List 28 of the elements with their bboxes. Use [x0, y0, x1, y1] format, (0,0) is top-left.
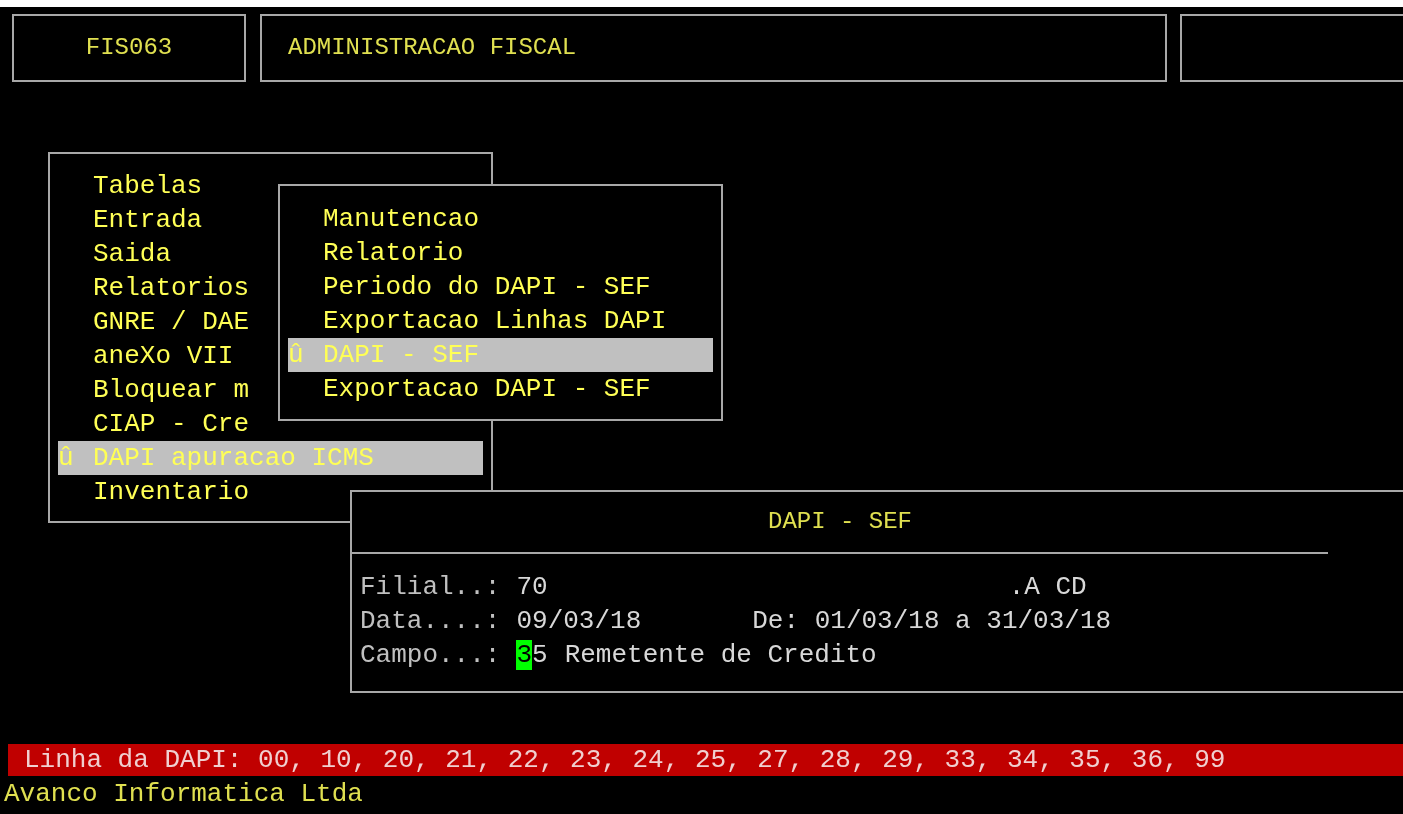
menu-item[interactable]: Periodo do DAPI - SEF: [288, 270, 651, 304]
field-value[interactable]: 70: [516, 570, 548, 604]
menu-item[interactable]: Manutencao: [288, 202, 480, 236]
menu-item[interactable]: Saida: [58, 237, 172, 271]
field-text: Remetente de Credito: [564, 639, 877, 672]
menu-item[interactable]: Inventario: [58, 475, 250, 509]
menu-item[interactable]: Relatorio: [288, 236, 464, 270]
field-label: Filial..:: [360, 571, 501, 604]
field-value[interactable]: 09/03/18: [516, 604, 642, 638]
dialog-title: DAPI - SEF: [768, 507, 912, 537]
menu-item[interactable]: Tabelas: [58, 169, 203, 203]
menu-item[interactable]: Entrada: [58, 203, 203, 237]
field-label: Campo...:: [360, 639, 501, 672]
menu-item[interactable]: Bloquear m: [58, 373, 250, 407]
company-name: Avanco Informatica Ltda: [4, 778, 363, 810]
menu-item[interactable]: GNRE / DAE: [58, 305, 250, 339]
menu-item[interactable]: aneXo VII: [58, 339, 234, 373]
menu-item[interactable]: Exportacao Linhas DAPI: [288, 304, 667, 338]
field-label: Data....:: [360, 605, 501, 638]
field-text: De: 01/03/18 a 31/03/18: [752, 605, 1112, 638]
menu-item[interactable]: CIAP - Cre: [58, 407, 250, 441]
field-value[interactable]: 35: [516, 638, 548, 672]
field-text: .A CD: [1008, 571, 1087, 604]
program-code: FIS063: [85, 33, 173, 63]
menu-item[interactable]: Exportacao DAPI - SEF: [288, 372, 651, 406]
screen-title: ADMINISTRACAO FISCAL: [288, 33, 577, 63]
status-bar: Linha da DAPI: 00, 10, 20, 21, 22, 23, 24, 25, 27, 28, 29, 33, 34, 35, 36, 99: [8, 744, 1403, 776]
menu-item[interactable]: Relatorios: [58, 271, 250, 305]
